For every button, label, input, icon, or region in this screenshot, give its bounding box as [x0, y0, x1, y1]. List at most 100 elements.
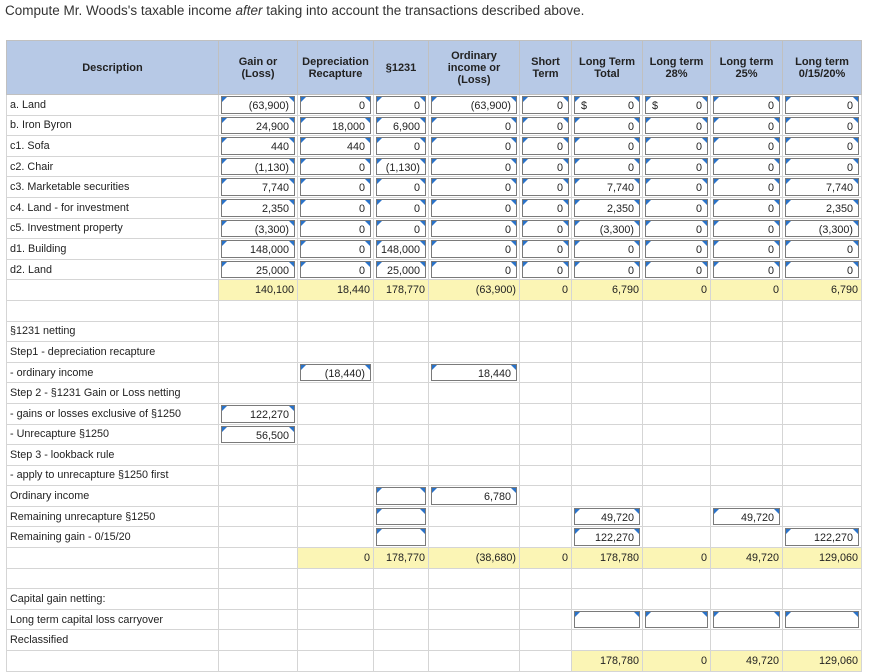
long-term-total-input[interactable]: 0 — [571, 155, 643, 178]
section-1231-input[interactable]: 6,900 — [373, 114, 429, 137]
long-term-total-input[interactable]: 7,740 — [571, 176, 643, 198]
short-term-input[interactable]: 0 — [519, 238, 572, 260]
long-term-28-input[interactable]: 0 — [642, 238, 711, 260]
input-box[interactable]: 0 — [645, 137, 708, 155]
input-box[interactable]: 2,350 — [574, 198, 640, 217]
long-term-0-15-20-input[interactable]: 0 — [782, 135, 862, 157]
input-box[interactable]: 0 — [376, 219, 426, 238]
input-box[interactable]: 122,270 — [221, 404, 295, 423]
long-term-28-input[interactable]: $0 — [642, 94, 711, 116]
input-box[interactable]: (1,130) — [221, 157, 295, 176]
short-term-input[interactable]: 0 — [519, 176, 572, 198]
input-box[interactable]: 0 — [300, 260, 371, 279]
ordinary-income-input[interactable]: 18,440 — [428, 361, 520, 384]
input-box[interactable]: 0 — [713, 116, 780, 135]
input-box[interactable]: 0 — [522, 198, 569, 217]
ordinary-income-input[interactable]: 0 — [428, 217, 520, 240]
long-term-25-input[interactable]: 0 — [710, 155, 783, 178]
input-box[interactable]: 0 — [785, 157, 859, 176]
input-box[interactable]: 25,000 — [221, 260, 295, 279]
input-box[interactable]: 49,720 — [574, 507, 640, 526]
ordinary-income-input[interactable]: 6,780 — [428, 485, 520, 507]
input-box[interactable]: 0 — [431, 178, 517, 196]
long-term-28-input[interactable]: 0 — [642, 196, 711, 219]
long-term-25-input[interactable]: 0 — [710, 217, 783, 240]
long-term-25-input[interactable]: 49,720 — [710, 505, 783, 528]
input-box[interactable]: 0 — [522, 178, 569, 196]
ordinary-income-input[interactable]: 0 — [428, 176, 520, 198]
long-term-total-input[interactable]: (3,300) — [571, 217, 643, 240]
input-box[interactable] — [574, 610, 640, 629]
depreciation-recapture-input[interactable]: 18,000 — [297, 114, 374, 137]
long-term-total-input[interactable]: 0 — [571, 238, 643, 260]
input-box[interactable]: 0 — [522, 96, 569, 114]
short-term-input[interactable]: 0 — [519, 94, 572, 116]
input-box[interactable]: 0 — [522, 157, 569, 176]
input-box[interactable]: 0 — [431, 137, 517, 155]
depreciation-recapture-input[interactable]: 440 — [297, 135, 374, 157]
input-box[interactable]: 0 — [300, 219, 371, 238]
long-term-0-15-20-input[interactable]: 0 — [782, 258, 862, 281]
input-box[interactable]: 0 — [713, 157, 780, 176]
section-1231-input[interactable] — [373, 526, 429, 549]
long-term-0-15-20-input[interactable]: 0 — [782, 155, 862, 178]
long-term-25-input[interactable]: 0 — [710, 258, 783, 281]
input-box[interactable] — [376, 507, 426, 526]
input-box[interactable]: 0 — [645, 219, 708, 238]
depreciation-recapture-input[interactable]: 0 — [297, 217, 374, 240]
long-term-total-input[interactable]: 0 — [571, 114, 643, 137]
gain-or-loss-input[interactable]: 24,900 — [218, 114, 298, 137]
input-box[interactable]: 0 — [574, 260, 640, 279]
input-box[interactable]: $0 — [574, 96, 640, 114]
input-box[interactable]: 0 — [376, 96, 426, 114]
input-box[interactable]: 7,740 — [785, 178, 859, 196]
long-term-25-input[interactable]: 0 — [710, 114, 783, 137]
input-box[interactable]: 0 — [522, 260, 569, 279]
depreciation-recapture-input[interactable]: 0 — [297, 238, 374, 260]
input-box[interactable]: 0 — [431, 198, 517, 217]
input-box[interactable]: 0 — [574, 116, 640, 135]
ordinary-income-input[interactable]: 0 — [428, 258, 520, 281]
input-box[interactable]: 18,440 — [431, 363, 517, 382]
input-box[interactable]: 0 — [713, 137, 780, 155]
input-box[interactable] — [713, 610, 780, 629]
input-box[interactable]: 0 — [431, 219, 517, 238]
depreciation-recapture-input[interactable]: 0 — [297, 176, 374, 198]
ordinary-income-input[interactable]: 0 — [428, 135, 520, 157]
short-term-input[interactable]: 0 — [519, 217, 572, 240]
input-box[interactable]: 0 — [300, 96, 371, 114]
input-box[interactable]: 24,900 — [221, 116, 295, 135]
input-box[interactable]: 0 — [713, 178, 780, 196]
section-1231-input[interactable]: 25,000 — [373, 258, 429, 281]
depreciation-recapture-input[interactable]: 0 — [297, 155, 374, 178]
input-box[interactable]: 122,270 — [785, 528, 859, 547]
section-1231-input[interactable]: 0 — [373, 196, 429, 219]
input-box[interactable]: 0 — [713, 96, 780, 114]
gain-or-loss-input[interactable]: 440 — [218, 135, 298, 157]
input-box[interactable]: (3,300) — [221, 219, 295, 238]
long-term-0-15-20-input[interactable]: 0 — [782, 114, 862, 137]
input-box[interactable] — [376, 487, 426, 505]
ordinary-income-input[interactable]: 0 — [428, 238, 520, 260]
input-box[interactable]: 0 — [300, 157, 371, 176]
section-1231-input[interactable]: 148,000 — [373, 238, 429, 260]
long-term-total-input[interactable]: 2,350 — [571, 196, 643, 219]
gain-or-loss-input[interactable]: 25,000 — [218, 258, 298, 281]
input-box[interactable]: 18,000 — [300, 116, 371, 135]
input-box[interactable]: 0 — [713, 219, 780, 238]
input-box[interactable]: 25,000 — [376, 260, 426, 279]
input-box[interactable]: 440 — [300, 137, 371, 155]
long-term-0-15-20-input[interactable]: 7,740 — [782, 176, 862, 198]
input-box[interactable]: (3,300) — [574, 219, 640, 238]
input-box[interactable]: 0 — [376, 178, 426, 196]
long-term-0-15-20-input[interactable]: (3,300) — [782, 217, 862, 240]
input-box[interactable]: 2,350 — [785, 198, 859, 217]
section-1231-input[interactable]: (1,130) — [373, 155, 429, 178]
long-term-25-input[interactable]: 0 — [710, 135, 783, 157]
input-box[interactable]: 0 — [785, 260, 859, 279]
input-box[interactable]: 0 — [431, 157, 517, 176]
input-box[interactable]: 148,000 — [221, 240, 295, 258]
input-box[interactable]: 0 — [713, 240, 780, 258]
section-1231-input[interactable] — [373, 485, 429, 507]
section-1231-input[interactable]: 0 — [373, 176, 429, 198]
